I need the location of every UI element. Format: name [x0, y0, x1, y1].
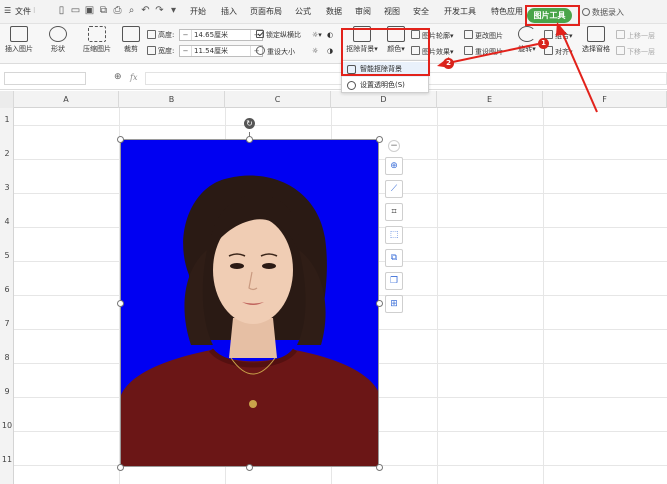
- step-badge-2: 2: [443, 58, 454, 69]
- annotation-arrows: [437, 22, 598, 113]
- step-badge-1: 1: [538, 38, 549, 49]
